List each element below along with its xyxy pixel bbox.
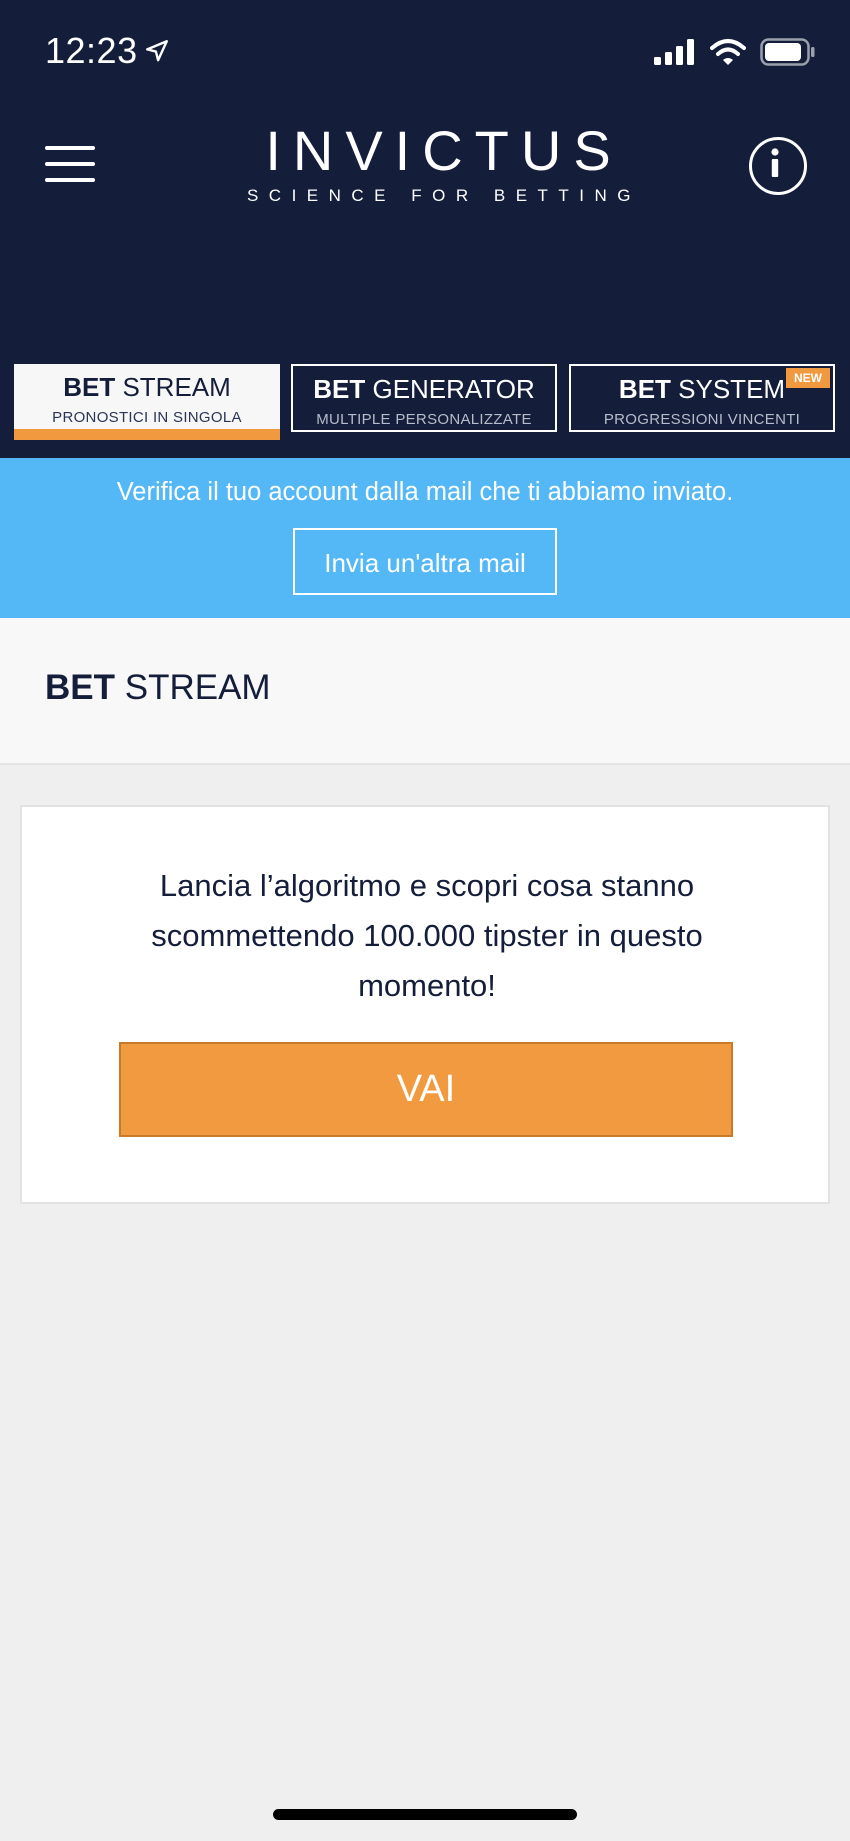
info-icon[interactable] xyxy=(749,137,807,195)
title-rest: STREAM xyxy=(124,668,271,707)
resend-mail-button[interactable]: Invia un'altra mail xyxy=(293,528,557,595)
tab-subtitle: PRONOSTICI IN SINGOLA xyxy=(52,409,242,426)
title-bold: BET xyxy=(45,668,115,707)
time-label: 12:23 xyxy=(45,30,138,71)
home-indicator[interactable] xyxy=(273,1809,577,1820)
logo-title: INVICTUS xyxy=(265,119,623,182)
verify-account-banner: Verifica il tuo account dalla mail che t… xyxy=(0,458,850,618)
tab-label: SYSTEM xyxy=(678,374,786,404)
location-arrow-icon xyxy=(145,40,168,62)
signal-icon xyxy=(654,39,694,65)
card-text: Lancia l’algoritmo e scopri cosa stanno … xyxy=(151,868,703,1003)
section-header: BET STREAM xyxy=(0,618,850,765)
status-bar-time: 12:23 xyxy=(45,30,170,72)
launch-card: Lancia l’algoritmo e scopri cosa stanno … xyxy=(20,805,830,1204)
wifi-icon xyxy=(710,39,746,65)
tab-bold: BET xyxy=(618,374,671,404)
tab-bet-stream[interactable]: BET STREAM PRONOSTICI IN SINGOLA xyxy=(14,364,280,440)
new-badge: NEW xyxy=(786,368,830,388)
tab-subtitle: MULTIPLE PERSONALIZZATE xyxy=(316,411,532,428)
tab-label: STREAM xyxy=(122,372,231,402)
tab-bet-system[interactable]: BET SYSTEM PROGRESSIONI VINCENTI NEW xyxy=(569,364,835,432)
tab-bet-generator[interactable]: BET GENERATOR MULTIPLE PERSONALIZZATE xyxy=(291,364,557,432)
tab-bold: BET xyxy=(63,372,116,402)
go-button[interactable]: VAI xyxy=(119,1042,733,1137)
app-header: 12:23 INVICTUS SCIENCE FOR BETTING BET S… xyxy=(0,0,850,458)
battery-icon xyxy=(760,38,815,66)
page-title: BET STREAM xyxy=(45,668,271,708)
tab-subtitle: PROGRESSIONI VINCENTI xyxy=(603,411,801,428)
tab-label: GENERATOR xyxy=(372,374,535,404)
logo-subtitle: SCIENCE FOR BETTING xyxy=(246,186,642,205)
status-bar-icons xyxy=(654,38,816,66)
tab-bold: BET xyxy=(313,374,366,404)
banner-text: Verifica il tuo account dalla mail che t… xyxy=(116,478,734,506)
